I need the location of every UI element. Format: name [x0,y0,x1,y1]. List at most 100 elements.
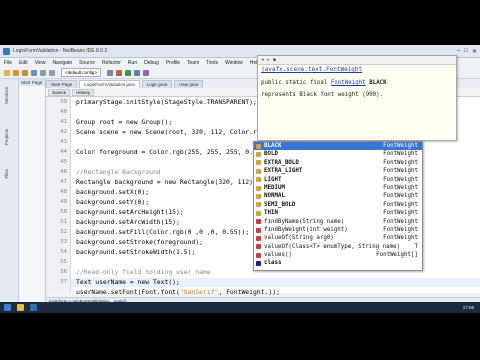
side-tab-projects[interactable]: Projects [4,129,9,145]
code-line: Text userName = new Text(); [76,278,180,286]
field-icon [256,152,261,158]
navigator-header: Start Page [19,79,45,86]
completion-item[interactable]: BLACK FontWeight [254,142,422,151]
field-icon [256,177,261,183]
completion-item[interactable]: MEDIUM FontWeight [254,184,422,192]
completion-item[interactable]: class [254,259,422,267]
tab-start-page[interactable]: Start Page [46,80,78,88]
code-line: background.setArcHeight(15); [76,208,184,216]
method-icon [256,219,261,225]
line-number: 54 [60,249,67,255]
line-number: 56 [60,269,67,275]
window-title: LoginFormValidation - NetBeans IDE 8.0.2 [13,48,108,54]
open-project-icon[interactable] [22,69,28,76]
code-comment: //Rectangle Background [76,168,161,176]
line-number: 43 [60,139,67,145]
menu-profile[interactable]: Profile [166,60,180,66]
side-tab-files[interactable]: Files [4,169,9,179]
tab-source[interactable]: Source [48,88,71,96]
line-number: 49 [60,199,67,205]
completion-item[interactable]: values() FontWeight[] [254,251,422,259]
code-token: )); [268,288,280,296]
menu-view[interactable]: View [35,60,46,66]
completion-item[interactable]: NORMAL FontWeight [254,192,422,200]
method-icon [256,252,261,258]
menu-file[interactable]: File [4,60,12,66]
menu-refactor[interactable]: Refactor [102,60,121,66]
save-all-icon[interactable] [31,69,37,76]
completion-item[interactable]: EXTRA_BOLD FontWeight [254,159,422,167]
field-icon [256,210,261,216]
netbeans-icon [3,47,10,55]
minimize-icon[interactable]: – [457,48,460,55]
code-comment: //Read-only field holding user name [76,268,211,276]
code-token: , FontWeight. [218,288,269,296]
line-number: 47 [60,179,67,185]
field-icon [256,194,261,200]
method-icon [256,227,261,233]
side-tab-services[interactable]: Services [4,87,9,104]
back-icon[interactable]: ◂ [261,57,264,63]
javadoc-description: represents Black font weight (900). [261,92,384,98]
completion-item[interactable]: EXTRA_LIGHT FontWeight [254,167,422,175]
explorer-icon[interactable] [17,304,24,311]
line-number: 55 [60,259,67,265]
profile-icon[interactable] [143,69,150,76]
menu-debug[interactable]: Debug [144,60,159,66]
clock: 17:56 [462,305,474,310]
code-line: background.setX(0); [76,188,150,196]
code-line: Group root = new Group(); [76,118,173,126]
completion-item[interactable]: findByName(String name) FontWeight [254,218,422,226]
completion-item[interactable]: valueOf(Class<T> enumType, String name) T [254,243,422,251]
menu-team[interactable]: Team [187,60,199,66]
keyword-icon [256,261,261,267]
completion-item[interactable]: THIN FontWeight [254,209,422,217]
method-icon [256,244,261,250]
code-line: background.setY(0); [76,198,150,206]
menu-source[interactable]: Source [79,60,95,66]
tab-history[interactable]: History [72,88,95,96]
line-number: 48 [60,189,67,195]
javadoc-toolbar: ◂ ▸ ◉ [258,56,456,65]
build-icon[interactable] [107,69,114,76]
menu-tools[interactable]: Tools [206,60,218,66]
completion-item[interactable]: LIGHT FontWeight [254,176,422,184]
line-number: 45 [60,159,67,165]
completion-item[interactable]: findByWeight(int weight) FontWeight [254,226,422,234]
javadoc-qualified-name[interactable]: javafx.scene.text.FontWeight [258,65,456,74]
menu-edit[interactable]: Edit [19,60,28,66]
completion-item[interactable]: SEMI_BOLD FontWeight [254,201,422,209]
completion-item[interactable]: valueOf(String arg0) FontWeight [254,234,422,242]
code-token: userName.setFont(Font.font( [76,288,180,296]
decl-type-link[interactable]: FontWeight [331,80,366,86]
tab-login[interactable]: Login.java [141,80,173,88]
netbeans-taskbar-icon[interactable] [30,304,37,311]
maximize-icon[interactable]: □ [464,48,468,55]
close-icon[interactable]: ✕ [472,48,477,55]
clean-build-icon[interactable] [116,69,123,76]
line-number: 52 [60,229,67,235]
javadoc-declaration: public static final FontWeight BLACK [258,74,456,86]
line-number: 46 [60,169,67,175]
method-icon [256,235,261,241]
debug-icon[interactable] [134,69,141,76]
tab-loginformvalidation[interactable]: LoginFormValidation.java [79,80,140,88]
start-icon[interactable] [4,304,11,311]
decl-name: BLACK [365,80,387,86]
line-number: 53 [60,239,67,245]
line-number: 44 [60,149,67,155]
open-browser-icon[interactable]: ◉ [273,57,276,63]
redo-icon[interactable] [49,69,55,76]
tab-user[interactable]: User.java [174,80,204,88]
menu-run[interactable]: Run [128,60,137,66]
menu-navigate[interactable]: Navigate [52,60,72,66]
forward-icon[interactable]: ▸ [267,57,270,63]
config-select[interactable]: <default config> [61,68,102,77]
run-icon[interactable] [125,69,132,76]
completion-item[interactable]: BOLD FontWeight [254,150,422,158]
new-file-icon[interactable] [4,69,10,76]
new-project-icon[interactable] [13,69,19,76]
navigator-pane: Start Page [19,79,46,313]
undo-icon[interactable] [40,69,46,76]
menu-window[interactable]: Window [225,60,243,66]
